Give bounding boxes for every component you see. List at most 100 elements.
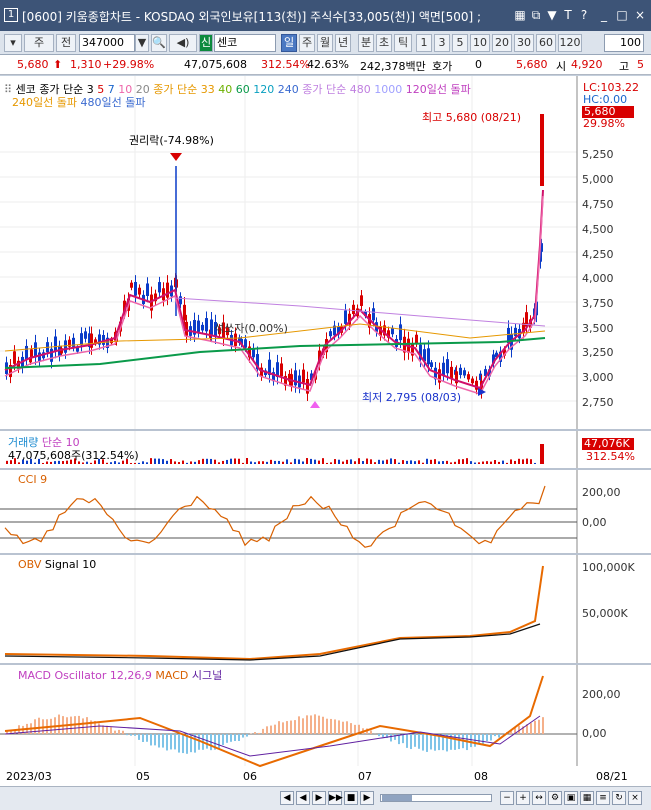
fit-icon[interactable]: ↔ [532, 791, 546, 805]
pane-divider[interactable] [0, 663, 651, 665]
interval-10[interactable]: 10 [470, 34, 490, 52]
count-input[interactable]: 100 [604, 34, 644, 52]
volume-bar [414, 461, 416, 464]
period-year[interactable]: 년 [335, 34, 351, 52]
macd-osc-bar [302, 718, 304, 734]
chart-area[interactable]: ⠿ 센코 종가 단순 3 5 7 10 20 종가 단순 33 40 60 12… [0, 76, 651, 810]
macd-title: MACD Oscillator 12,26,9 MACD 시그널 [18, 667, 222, 683]
trade-amount: 242,378백만 [360, 60, 426, 73]
macd-osc-bar [314, 714, 316, 734]
grid-icon[interactable]: ▦ [513, 8, 527, 22]
interval-1[interactable]: 1 [416, 34, 432, 52]
macd-osc-bar [134, 734, 136, 736]
period-day[interactable]: 일 [281, 34, 297, 52]
speaker-icon[interactable]: ◀) [169, 34, 197, 52]
maximize-icon[interactable]: □ [615, 8, 629, 22]
macd-osc-bar [458, 734, 460, 750]
macd-osc-bar [306, 715, 308, 734]
macd-osc-bar [454, 734, 456, 750]
stock-code-input[interactable]: 347000 [79, 34, 135, 52]
open-value: 4,920 [571, 58, 603, 71]
volume-bar [346, 459, 348, 464]
interval-3[interactable]: 3 [434, 34, 450, 52]
stop-icon[interactable]: ■ [344, 791, 358, 805]
candle-body [205, 318, 208, 332]
macd-osc-bar [130, 734, 132, 736]
scroll-next-icon[interactable]: ▶ [312, 791, 326, 805]
price-change: 1,310 [70, 58, 102, 71]
volume-bar [142, 461, 144, 464]
volume-bar [206, 458, 208, 464]
pane-divider[interactable] [0, 553, 651, 555]
candle-body [134, 281, 137, 296]
macd-osc-bar [286, 721, 288, 734]
copy-icon[interactable]: ⧉ [529, 8, 543, 22]
scroll-first-icon[interactable]: ◀ [280, 791, 294, 805]
macd-osc-bar [278, 721, 280, 734]
zoom-in-icon[interactable]: + [516, 791, 530, 805]
macd-osc-bar [342, 721, 344, 734]
interval-5[interactable]: 5 [452, 34, 468, 52]
list-view-icon[interactable]: ≡ [596, 791, 610, 805]
interval-60[interactable]: 60 [536, 34, 556, 52]
price-legend-line2: 240일선 돌파 480일선 돌파 [12, 94, 145, 110]
refresh-icon[interactable]: ↻ [612, 791, 626, 805]
volume-bar [226, 459, 228, 464]
grid-view-icon[interactable]: ▦ [580, 791, 594, 805]
prev-button[interactable]: 전 [56, 34, 76, 52]
close-icon[interactable]: × [633, 8, 647, 22]
search-icon[interactable]: 🔍 [151, 34, 167, 52]
period-month[interactable]: 월 [317, 34, 333, 52]
interval-20[interactable]: 20 [492, 34, 512, 52]
settings-icon[interactable]: ⚙ [548, 791, 562, 805]
macd-osc-bar [82, 718, 84, 734]
interval-30[interactable]: 30 [514, 34, 534, 52]
volume-bar [410, 460, 412, 464]
help-icon[interactable]: ? [577, 8, 591, 22]
zoom-out-icon[interactable]: − [500, 791, 514, 805]
scroll-fast-icon[interactable]: ▶▶ [328, 791, 343, 805]
interval-120[interactable]: 120 [558, 34, 582, 52]
volume-bar [510, 459, 512, 464]
volume-bar [174, 461, 176, 464]
play-icon[interactable]: ▶ [360, 791, 374, 805]
candle-body [38, 352, 41, 362]
pane-divider[interactable] [0, 468, 651, 470]
macd-osc-bar [406, 734, 408, 748]
period-second[interactable]: 초 [376, 34, 392, 52]
macd-osc-bar [486, 734, 488, 741]
font-icon[interactable]: T [561, 8, 575, 22]
macd-osc-bar [426, 734, 428, 752]
scroll-prev-icon[interactable]: ◀ [296, 791, 310, 805]
close-panel-icon[interactable]: × [628, 791, 642, 805]
period-minute[interactable]: 분 [358, 34, 374, 52]
price-tick: 5,250 [582, 148, 614, 161]
market-select[interactable]: 주 [24, 34, 54, 52]
candle-body [130, 282, 133, 288]
scroll-thumb[interactable] [382, 795, 412, 801]
cross-annotation: 섞쏘자(0.00%) [214, 322, 288, 335]
high-label: 고 [619, 60, 630, 73]
candle-body [64, 340, 67, 353]
legend-120-break: 120일선 돌파 [405, 83, 471, 96]
candle-body [415, 334, 418, 344]
dropdown-arrow-icon[interactable]: ▾ [4, 34, 22, 52]
save-icon[interactable]: ▣ [564, 791, 578, 805]
price-tick: 3,500 [582, 322, 614, 335]
pane-divider[interactable] [0, 429, 651, 431]
minimize-icon[interactable]: _ [597, 8, 611, 22]
volume-bar [494, 460, 496, 464]
code-dropdown-icon[interactable]: ▼ [135, 34, 149, 52]
volume-bar [458, 459, 460, 464]
last-candle [540, 114, 544, 186]
period-week[interactable]: 주 [299, 34, 315, 52]
candle-body [201, 324, 204, 331]
candle-body [475, 380, 478, 390]
pin-icon[interactable]: ▼ [545, 8, 559, 22]
xaxis-label: 05 [136, 770, 150, 783]
candle-body [302, 369, 305, 383]
period-tick[interactable]: 틱 [394, 34, 412, 52]
volume-bar [354, 461, 356, 464]
macd-osc-bar [274, 724, 276, 734]
price-tick: 5,000 [582, 173, 614, 186]
